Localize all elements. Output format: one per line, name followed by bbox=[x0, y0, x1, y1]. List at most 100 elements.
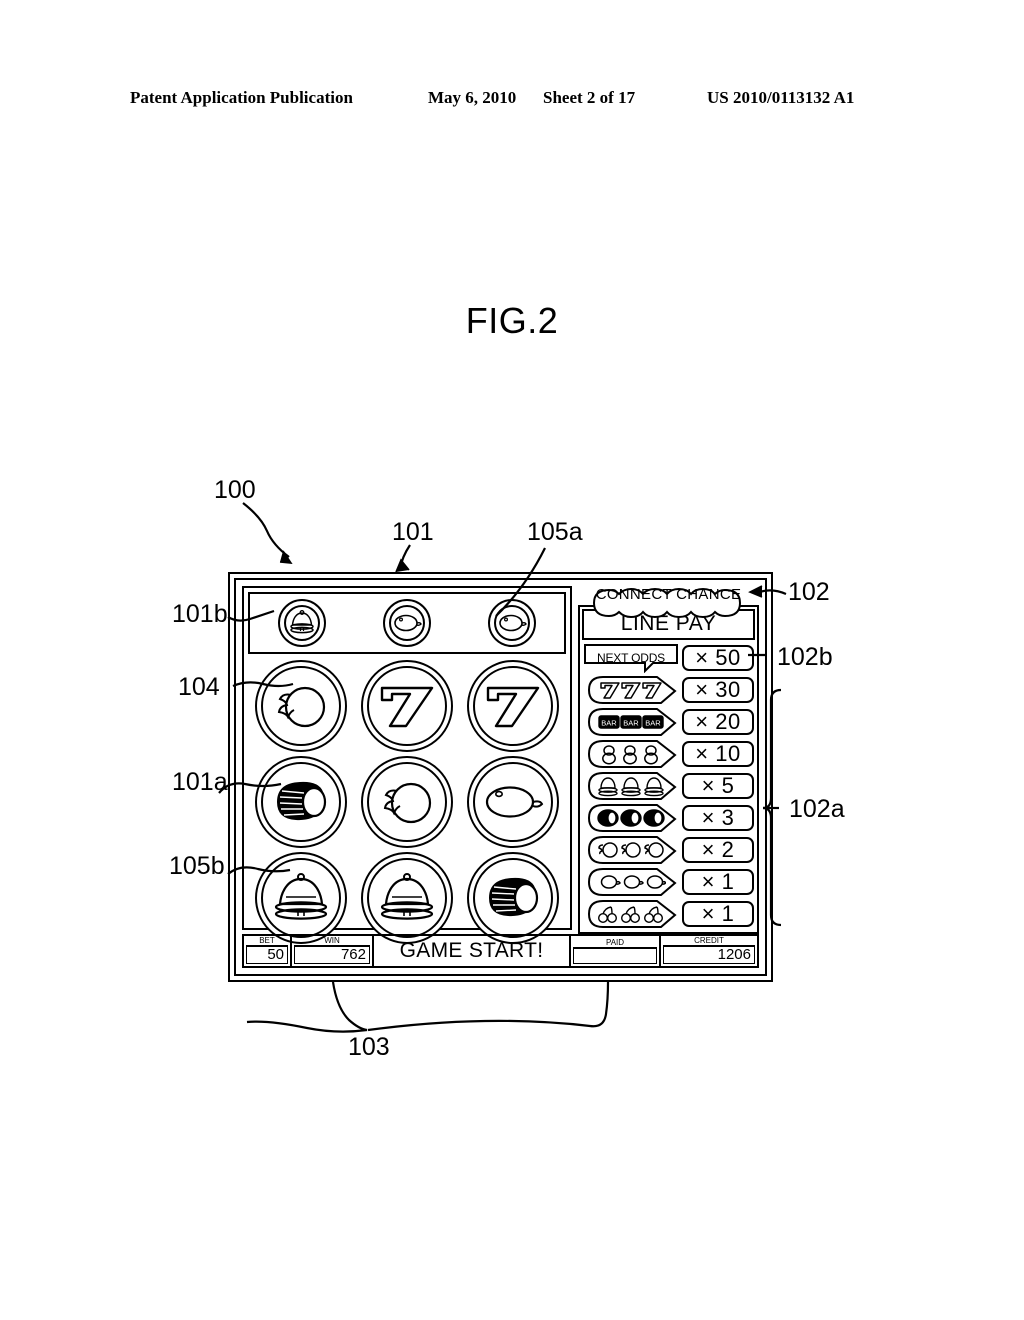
apple-icon bbox=[361, 756, 453, 848]
paytable-multiplier: × 50 bbox=[682, 644, 754, 672]
status-bar: BET 50 WIN 762 GAME START! PAID CREDIT 1… bbox=[242, 934, 759, 968]
ref-100: 100 bbox=[214, 476, 256, 504]
reel-cell-1-1[interactable] bbox=[359, 754, 455, 850]
apple-icon bbox=[255, 660, 347, 752]
lemon-icon bbox=[487, 599, 536, 647]
paid-field: PAID bbox=[571, 936, 661, 966]
publication-label: Patent Application Publication bbox=[130, 88, 353, 107]
win-field: WIN 762 bbox=[292, 936, 374, 966]
ref-101b: 101b bbox=[172, 600, 228, 628]
reel-cell-0-1[interactable] bbox=[359, 658, 455, 754]
reel-cell-2-0[interactable] bbox=[253, 850, 349, 946]
ref-104: 104 bbox=[178, 673, 220, 701]
reel-cell-2-2[interactable] bbox=[465, 850, 561, 946]
paid-caption: PAID bbox=[573, 938, 657, 948]
paytable-multiplier: × 10 bbox=[682, 740, 754, 768]
paytable-multiplier: × 1 bbox=[682, 868, 754, 896]
svg-text:BAR: BAR bbox=[623, 719, 639, 728]
bell-icon bbox=[255, 852, 347, 944]
paytable-body: LINE PAY NEXT ODDS × 50 × 30 BAR BAR BAR… bbox=[578, 605, 759, 934]
reel-top-band bbox=[248, 592, 566, 654]
paytable-multiplier: × 1 bbox=[682, 900, 754, 928]
paytable-row[interactable]: × 30 bbox=[582, 674, 755, 706]
connect-chance-label: CONNECT CHANCE bbox=[595, 586, 742, 603]
ref-101a: 101a bbox=[172, 768, 228, 796]
seven-triple-icon bbox=[583, 675, 679, 705]
paytable-multiplier: × 20 bbox=[682, 708, 754, 736]
paytable-panel: CONNECT CHANCE LINE PAY NEXT ODDS × 50 ×… bbox=[578, 586, 759, 934]
bet-value: 50 bbox=[246, 946, 288, 964]
bet-caption: BET bbox=[246, 936, 288, 946]
eight-triple-icon bbox=[583, 739, 679, 769]
reel-cell-1-0[interactable] bbox=[253, 754, 349, 850]
slot-machine-display: CONNECT CHANCE LINE PAY NEXT ODDS × 50 ×… bbox=[228, 572, 773, 982]
reel-cell-1-2[interactable] bbox=[465, 754, 561, 850]
reel-row bbox=[248, 754, 566, 850]
lemon-icon bbox=[382, 599, 431, 647]
ref-105a: 105a bbox=[527, 518, 583, 546]
publication-date: May 6, 2010 bbox=[428, 88, 517, 107]
ref-102a: 102a bbox=[789, 795, 845, 823]
next-odds-symbol: NEXT ODDS bbox=[583, 643, 679, 673]
bell-triple-icon bbox=[583, 771, 679, 801]
paytable-row[interactable]: × 5 bbox=[582, 770, 755, 802]
paytable-row[interactable]: × 10 bbox=[582, 738, 755, 770]
next-odds-label: NEXT ODDS bbox=[597, 651, 665, 665]
reel-grid bbox=[248, 658, 566, 944]
seven-icon bbox=[361, 660, 453, 752]
dark-bell-icon bbox=[255, 756, 347, 848]
reel-row bbox=[248, 658, 566, 754]
cherry-triple-icon bbox=[583, 899, 679, 929]
paytable-rows: NEXT ODDS × 50 × 30 BAR BAR BAR × 20 × 1… bbox=[582, 642, 755, 930]
paytable-multiplier: × 30 bbox=[682, 676, 754, 704]
sheet-number: Sheet 2 of 17 bbox=[543, 88, 636, 107]
ref-102b: 102b bbox=[777, 643, 833, 671]
credit-value: 1206 bbox=[663, 946, 755, 964]
svg-text:BAR: BAR bbox=[601, 719, 617, 728]
display-area: CONNECT CHANCE LINE PAY NEXT ODDS × 50 ×… bbox=[242, 586, 759, 944]
ref-103: 103 bbox=[348, 1033, 390, 1061]
paytable-row[interactable]: × 1 bbox=[582, 866, 755, 898]
ref-101: 101 bbox=[392, 518, 434, 546]
paytable-row[interactable]: BAR BAR BAR × 20 bbox=[582, 706, 755, 738]
lemon-icon bbox=[467, 756, 559, 848]
patent-header: Patent Application Publication May 6, 20… bbox=[0, 88, 1024, 112]
reel-cell-top-2[interactable] bbox=[486, 597, 538, 649]
paytable-row[interactable]: × 3 bbox=[582, 802, 755, 834]
win-caption: WIN bbox=[294, 936, 370, 946]
svg-text:BAR: BAR bbox=[645, 719, 661, 728]
machine-inner-frame: CONNECT CHANCE LINE PAY NEXT ODDS × 50 ×… bbox=[234, 578, 767, 976]
paytable-row[interactable]: NEXT ODDS × 50 bbox=[582, 642, 755, 674]
paytable-row[interactable]: × 1 bbox=[582, 898, 755, 930]
reel-cell-0-0[interactable] bbox=[253, 658, 349, 754]
win-value: 762 bbox=[294, 946, 370, 964]
ref-102: 102 bbox=[788, 578, 830, 606]
lemon-triple-icon bbox=[583, 867, 679, 897]
reel-cell-top-0[interactable] bbox=[276, 597, 328, 649]
bar-triple-icon: BAR BAR BAR bbox=[583, 707, 679, 737]
bet-field: BET 50 bbox=[244, 936, 292, 966]
dark-bell-triple-icon bbox=[583, 803, 679, 833]
figure-title: FIG.2 bbox=[465, 300, 559, 341]
seven-icon bbox=[467, 660, 559, 752]
paid-value bbox=[573, 948, 657, 964]
credit-field: CREDIT 1206 bbox=[661, 936, 757, 966]
reel-cell-2-1[interactable] bbox=[359, 850, 455, 946]
connect-chance-banner: CONNECT CHANCE bbox=[580, 586, 757, 619]
credit-caption: CREDIT bbox=[663, 936, 755, 946]
reel-block bbox=[242, 586, 572, 944]
reel-cell-0-2[interactable] bbox=[465, 658, 561, 754]
dark-bell-icon bbox=[467, 852, 559, 944]
ref-105b: 105b bbox=[169, 852, 225, 880]
paytable-row[interactable]: × 2 bbox=[582, 834, 755, 866]
paytable-multiplier: × 3 bbox=[682, 804, 754, 832]
paytable-multiplier: × 5 bbox=[682, 772, 754, 800]
paytable-multiplier: × 2 bbox=[682, 836, 754, 864]
game-message: GAME START! bbox=[374, 936, 571, 966]
reel-cell-top-1[interactable] bbox=[381, 597, 433, 649]
reel-row bbox=[248, 850, 566, 946]
bell-icon bbox=[278, 599, 327, 647]
bell-icon bbox=[361, 852, 453, 944]
apple-triple-icon bbox=[583, 835, 679, 865]
patent-number: US 2010/0113132 A1 bbox=[707, 88, 855, 107]
